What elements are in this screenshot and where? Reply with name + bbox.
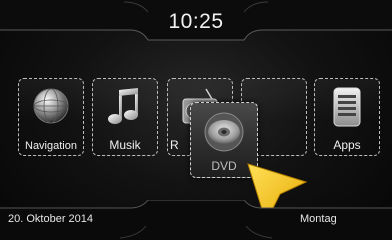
tile-navigation[interactable]: Navigation (18, 78, 84, 156)
weekday-label: Montag (300, 213, 337, 225)
date-label: 20. Oktober 2014 (8, 213, 94, 225)
disc-icon (201, 109, 247, 160)
globe-icon (32, 87, 70, 130)
tile-musik-label: Musik (109, 138, 141, 152)
top-bar: 10:25 (0, 0, 392, 44)
apps-list-icon (332, 87, 362, 132)
tile-apps[interactable]: Apps (314, 78, 380, 156)
tile-apps-label: Apps (333, 138, 361, 152)
clock-time: 10:25 (168, 10, 224, 33)
home-screen: 10:25 Navigation Musik R Apps DVD 20. Ok… (0, 0, 392, 240)
tile-musik[interactable]: Musik (92, 78, 158, 156)
music-note-icon (106, 87, 144, 132)
bottom-bar: 20. Oktober 2014 Montag (0, 200, 392, 240)
tile-navigation-label: Navigation (25, 140, 77, 152)
